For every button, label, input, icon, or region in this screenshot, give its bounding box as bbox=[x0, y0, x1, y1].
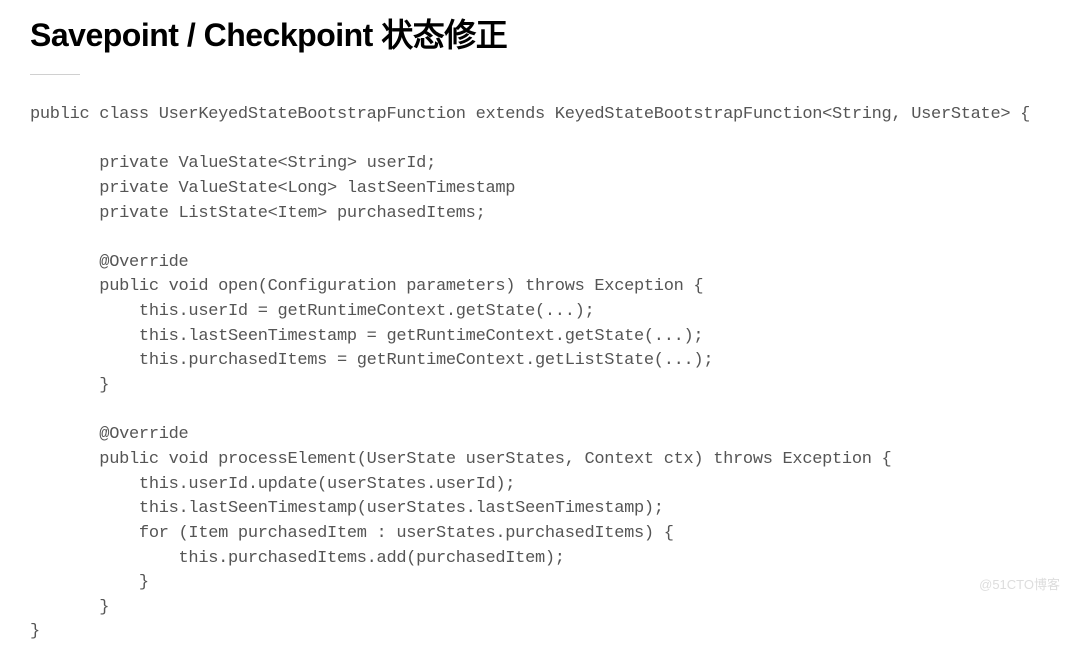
watermark: @51CTO博客 bbox=[979, 574, 1060, 593]
page-title: Savepoint / Checkpoint 状态修正 bbox=[30, 10, 1050, 56]
code-block: public class UserKeyedStateBootstrapFunc… bbox=[30, 103, 1050, 645]
title-divider bbox=[30, 74, 80, 75]
